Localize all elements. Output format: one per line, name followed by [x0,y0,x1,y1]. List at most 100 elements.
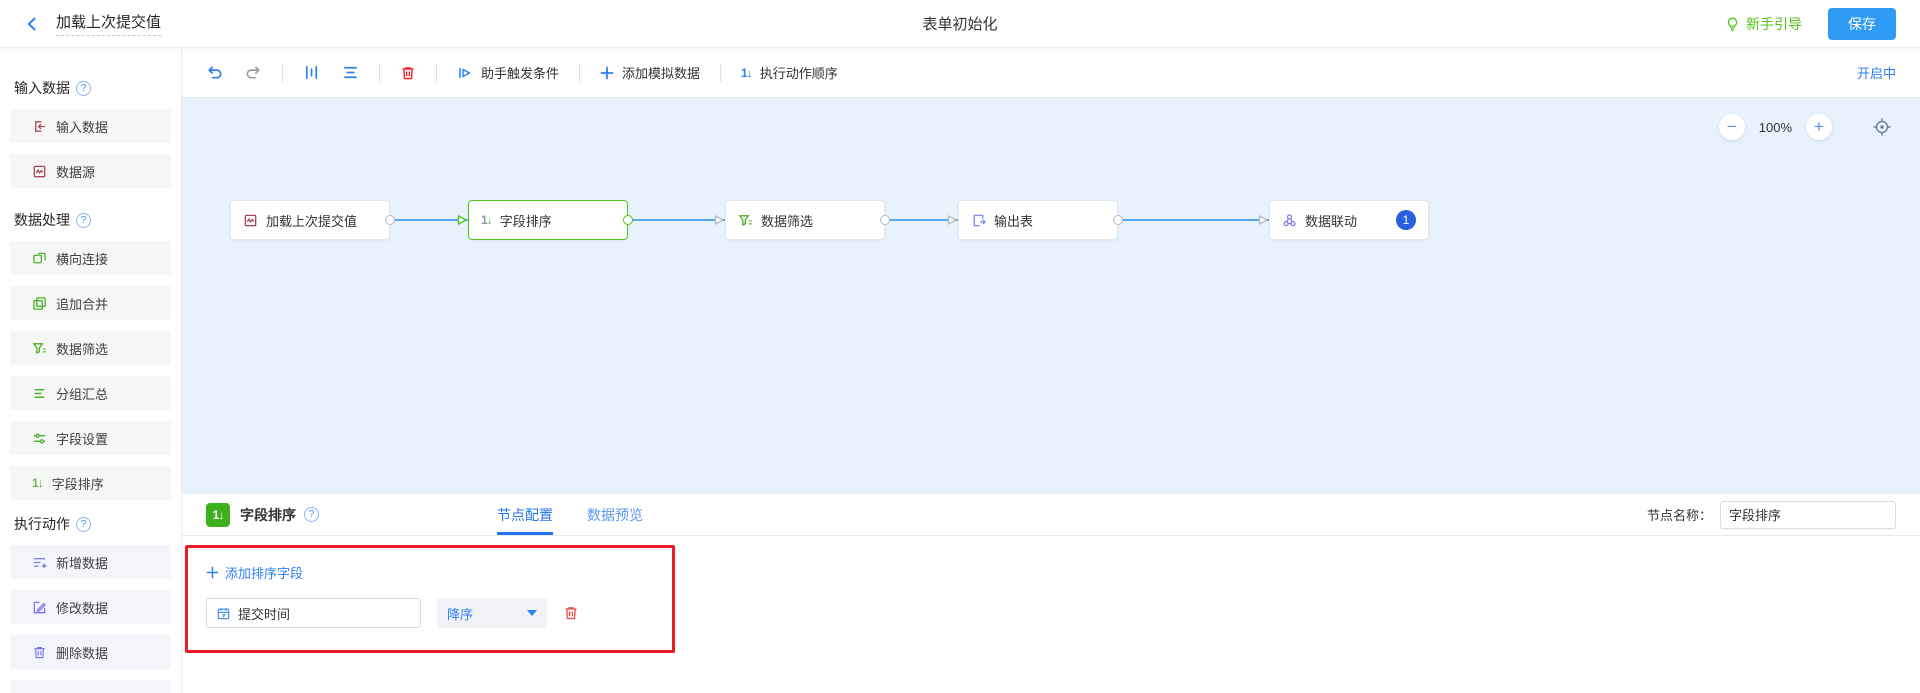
back-icon[interactable] [24,16,40,32]
add-data-icon [32,555,47,570]
sidebar-item-horizontal-join[interactable]: 横向连接 [10,241,171,275]
data-import-icon [32,119,47,134]
sidebar-item-field-sort[interactable]: 1↓ 字段排序 [10,466,171,500]
distribute-horizontal-icon[interactable] [303,64,320,81]
flow-title[interactable]: 加载上次提交值 [56,11,161,36]
output-port[interactable] [880,215,890,225]
trash-icon[interactable] [400,65,416,81]
output-table-icon [971,213,986,228]
edit-data-icon [32,600,47,615]
flow-node-output-table[interactable]: 输出表 [958,200,1118,240]
input-port [1257,214,1269,226]
redo-icon[interactable] [245,64,262,81]
sort-order-select[interactable]: 降序 [437,598,547,628]
page-title: 表单初始化 [0,13,1920,34]
flow-node-load-last-submit[interactable]: 加载上次提交值 [230,200,390,240]
input-port [713,214,725,226]
filter-icon [738,213,753,228]
crosshair-icon[interactable] [1872,117,1892,137]
tab-node-config[interactable]: 节点配置 [497,494,553,535]
output-port[interactable] [1113,215,1123,225]
delete-sort-field-icon[interactable] [563,605,579,621]
question-circle-icon[interactable]: ? [76,213,91,228]
datasource-icon [243,213,258,228]
panel-header: 1↓ 字段排序 ? 节点配置 数据预览 节点名称： [182,494,1920,536]
sort-field-select[interactable]: 提交时间 [206,598,421,628]
zoom-level: 100% [1759,120,1792,135]
sidebar-item-add-data[interactable]: 新增数据 [10,545,171,579]
zoom-controls: − 100% + [1719,114,1892,140]
assistant-trigger-button[interactable]: 助手触发条件 [457,63,559,82]
panel-tabs: 节点配置 数据预览 [497,494,643,535]
sidebar-item-field-settings[interactable]: 字段设置 [10,421,171,455]
section-title-input-data: 输入数据 ? [0,78,181,98]
undo-icon[interactable] [206,64,223,81]
sort-field-value: 提交时间 [238,604,290,623]
plus-icon [206,566,219,579]
output-port[interactable] [385,215,395,225]
input-port [946,214,958,226]
node-count-badge: 1 [1396,210,1416,230]
sort-field-row: 提交时间 降序 [206,598,654,628]
tab-data-preview[interactable]: 数据预览 [587,494,643,535]
flow-node-data-linkage[interactable]: 数据联动 1 [1269,200,1429,240]
status-enabled[interactable]: 开启中 [1857,63,1896,82]
horizontal-join-icon [32,251,47,266]
sort-order-value: 降序 [447,604,473,623]
chevron-down-icon [527,610,537,616]
sidebar-item-append-merge[interactable]: 追加合并 [10,286,171,320]
node-palette-sidebar: 输入数据 ? 输入数据 数据源 数据处理 ? 横向连接 [0,48,182,693]
toolbar-divider [379,64,380,82]
save-button[interactable]: 保存 [1828,8,1896,40]
datasource-icon [32,164,47,179]
sidebar-item-partial[interactable] [10,680,171,693]
flow-node-field-sort[interactable]: 1↓ 字段排序 [468,200,628,240]
toolbar-divider [282,64,283,82]
question-circle-icon[interactable]: ? [76,517,91,532]
node-config-panel: 1↓ 字段排序 ? 节点配置 数据预览 节点名称： 添加排序字段 [182,494,1920,693]
sidebar-item-edit-data[interactable]: 修改数据 [10,590,171,624]
flow-editor-main: 助手触发条件 添加模拟数据 1↓ 执行动作顺序 开启中 加载上次提交值 [182,48,1920,693]
node-type-label: 字段排序 [240,505,296,525]
group-summary-icon [32,386,47,401]
delete-data-icon [32,645,47,660]
sidebar-item-datasource[interactable]: 数据源 [10,154,171,188]
node-name-input[interactable] [1720,501,1896,529]
toolbar-divider [720,64,721,82]
sort-icon: 1↓ [32,477,43,489]
flow-canvas[interactable]: 加载上次提交值 1↓ 字段排序 数据筛选 [182,98,1920,494]
question-circle-icon[interactable]: ? [76,81,91,96]
data-linkage-icon [1282,213,1297,228]
annotation-box: 添加排序字段 提交时间 降序 [185,545,675,653]
add-sort-field-button[interactable]: 添加排序字段 [206,563,303,582]
toolbar-divider [436,64,437,82]
lightbulb-icon [1725,16,1740,32]
question-circle-icon[interactable]: ? [304,507,319,522]
action-order-button[interactable]: 1↓ 执行动作顺序 [741,63,838,82]
filter-icon [32,341,47,356]
top-header: 加载上次提交值 表单初始化 新手引导 保存 [0,0,1920,48]
sort-icon: 1↓ [206,503,230,527]
zoom-out-button[interactable]: − [1719,114,1745,140]
node-name-label: 节点名称： [1647,505,1712,524]
input-port [456,214,468,226]
canvas-toolbar: 助手触发条件 添加模拟数据 1↓ 执行动作顺序 开启中 [182,48,1920,98]
distribute-vertical-icon[interactable] [342,64,359,81]
node-name-group: 节点名称： [1647,501,1896,529]
sidebar-item-delete-data[interactable]: 删除数据 [10,635,171,669]
section-title-data-processing: 数据处理 ? [0,210,181,230]
output-port[interactable] [623,215,633,225]
zoom-in-button[interactable]: + [1806,114,1832,140]
plus-icon [600,66,614,80]
sidebar-item-data-filter[interactable]: 数据筛选 [10,331,171,365]
sidebar-item-group-summary[interactable]: 分组汇总 [10,376,171,410]
field-settings-icon [32,431,47,446]
append-merge-icon [32,296,47,311]
add-mock-data-button[interactable]: 添加模拟数据 [600,63,700,82]
trigger-play-icon [457,65,473,81]
sidebar-item-input-data[interactable]: 输入数据 [10,109,171,143]
sort-icon: 1↓ [741,67,752,79]
flow-node-data-filter[interactable]: 数据筛选 [725,200,885,240]
beginner-guide-link[interactable]: 新手引导 [1725,14,1802,34]
calendar-icon [216,606,231,621]
